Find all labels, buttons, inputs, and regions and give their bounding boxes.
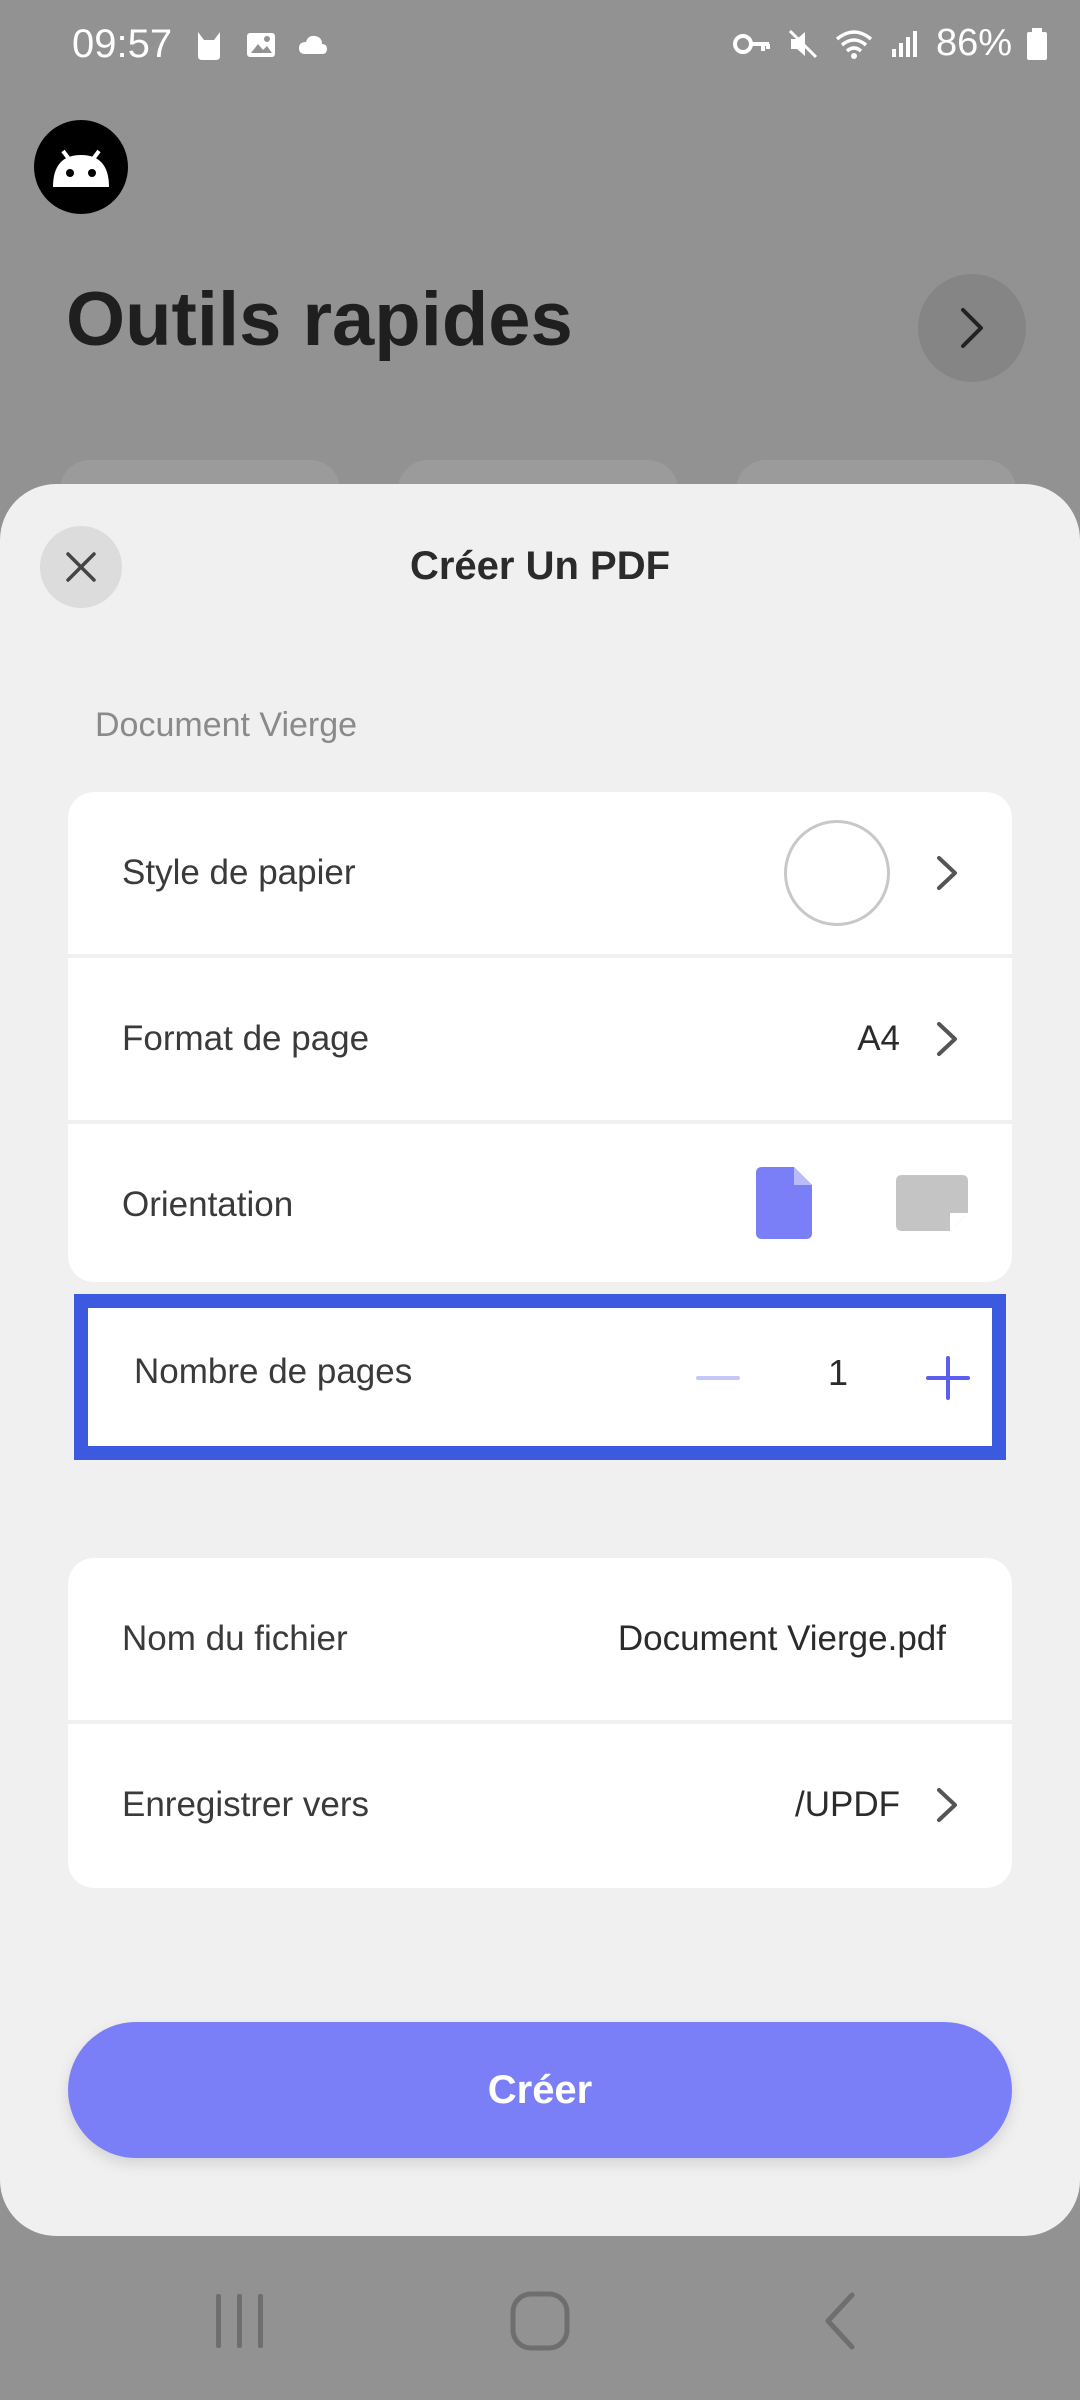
chevron-right-icon bbox=[961, 308, 983, 348]
section-label: Document Vierge bbox=[95, 706, 358, 744]
key-icon bbox=[732, 33, 770, 54]
paper-style-label: Style de papier bbox=[122, 853, 356, 892]
orientation-label: Orientation bbox=[122, 1185, 294, 1224]
increase-pages-button[interactable] bbox=[918, 1348, 978, 1408]
android-avatar[interactable] bbox=[34, 120, 128, 214]
create-pdf-sheet: Créer Un PDF Document Vierge Style de pa… bbox=[0, 484, 1080, 2236]
file-settings-card: Nom du fichier Document Vierge.pdf Enreg… bbox=[68, 1558, 1012, 1888]
file-name-value[interactable]: Document Vierge.pdf bbox=[618, 1619, 946, 1659]
image-icon bbox=[247, 33, 275, 57]
cloud-icon bbox=[299, 35, 327, 54]
signal-icon bbox=[891, 30, 917, 57]
chevron-right-icon bbox=[932, 1019, 962, 1059]
recent-apps-button[interactable] bbox=[200, 2286, 280, 2356]
chevron-right-icon bbox=[932, 1785, 962, 1825]
background-next-button[interactable] bbox=[918, 274, 1026, 382]
sheet-title: Créer Un PDF bbox=[409, 544, 671, 588]
document-settings-card: Style de papier Format de page A4 Orient… bbox=[68, 792, 1012, 1282]
orientation-row: Orientation bbox=[68, 1124, 1012, 1282]
create-button[interactable]: Créer bbox=[68, 2022, 1012, 2158]
chevron-right-icon bbox=[932, 853, 962, 893]
wifi-icon bbox=[835, 29, 873, 59]
file-name-row[interactable]: Nom du fichier Document Vierge.pdf bbox=[68, 1558, 1012, 1720]
page-format-row[interactable]: Format de page A4 bbox=[68, 958, 1012, 1120]
page-count-label: Nombre de pages bbox=[134, 1352, 413, 1391]
status-right: 86% bbox=[732, 22, 1048, 65]
page-count-value: 1 bbox=[827, 1352, 849, 1393]
battery-icon bbox=[1027, 27, 1047, 60]
cat-app-icon bbox=[198, 32, 220, 60]
plus-icon bbox=[926, 1356, 970, 1400]
landscape-orientation-icon[interactable] bbox=[896, 1174, 968, 1236]
decrease-pages-button[interactable] bbox=[688, 1348, 748, 1408]
save-to-value: /UPDF bbox=[795, 1785, 900, 1824]
minus-icon bbox=[696, 1376, 740, 1380]
navigation-bar bbox=[0, 2236, 1080, 2400]
back-button[interactable] bbox=[800, 2286, 880, 2356]
mute-icon bbox=[788, 29, 817, 58]
page-format-value: A4 bbox=[857, 1019, 900, 1058]
file-name-label: Nom du fichier bbox=[122, 1619, 348, 1658]
recent-apps-icon bbox=[216, 2294, 263, 2348]
android-icon bbox=[53, 149, 109, 187]
status-time: 09:57 bbox=[72, 22, 173, 66]
save-to-label: Enregistrer vers bbox=[122, 1785, 370, 1824]
status-bar: 09:57 86% bbox=[0, 0, 1080, 92]
battery-percent: 86% bbox=[935, 22, 1012, 64]
page-count-row: Nombre de pages 1 bbox=[74, 1294, 1006, 1460]
back-icon bbox=[825, 2292, 855, 2350]
notification-icons bbox=[192, 28, 330, 62]
paper-style-row[interactable]: Style de papier bbox=[68, 792, 1012, 954]
save-to-row[interactable]: Enregistrer vers /UPDF bbox=[68, 1724, 1012, 1886]
portrait-orientation-icon[interactable] bbox=[756, 1166, 812, 1244]
home-icon bbox=[510, 2291, 570, 2351]
background-title: Outils rapides bbox=[66, 277, 573, 362]
home-button[interactable] bbox=[500, 2286, 580, 2356]
paper-style-swatch[interactable] bbox=[784, 820, 890, 926]
page-format-label: Format de page bbox=[122, 1019, 370, 1058]
